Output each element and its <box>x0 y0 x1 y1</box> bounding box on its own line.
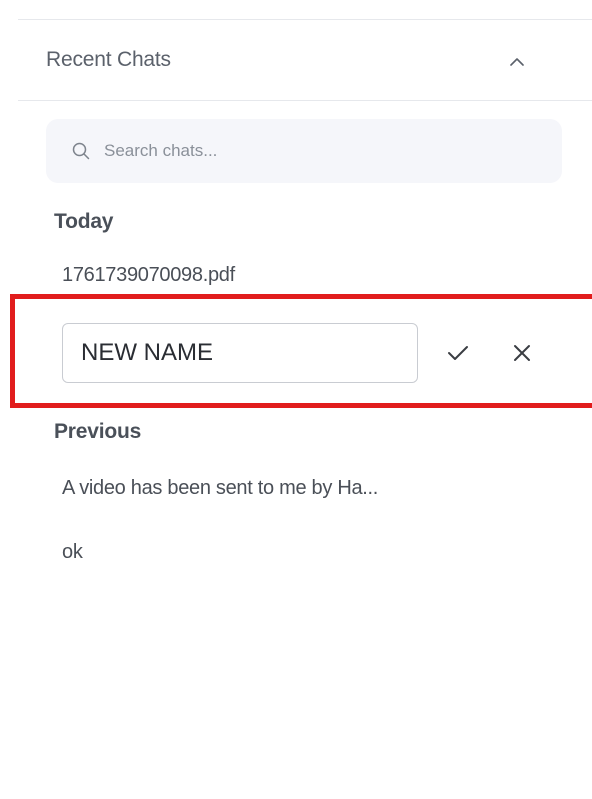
chevron-up-icon <box>510 57 524 66</box>
recent-chats-header[interactable]: Recent Chats <box>18 20 592 101</box>
search-icon <box>72 142 90 160</box>
confirm-rename-button[interactable] <box>442 337 474 369</box>
collapse-button[interactable] <box>502 46 532 76</box>
rename-input[interactable] <box>62 323 418 383</box>
search-input[interactable] <box>102 140 506 162</box>
check-icon <box>448 346 468 360</box>
section-title: Recent Chats <box>46 48 171 71</box>
chat-item[interactable]: A video has been sent to me by Ha... <box>62 477 378 500</box>
close-icon <box>514 345 530 361</box>
chat-item[interactable]: ok <box>62 541 83 564</box>
cancel-rename-button[interactable] <box>506 337 538 369</box>
chat-item[interactable]: 1761739070098.pdf <box>62 264 235 287</box>
search-box[interactable] <box>46 119 562 183</box>
group-label-previous: Previous <box>54 420 142 443</box>
group-label-today: Today <box>54 210 114 233</box>
